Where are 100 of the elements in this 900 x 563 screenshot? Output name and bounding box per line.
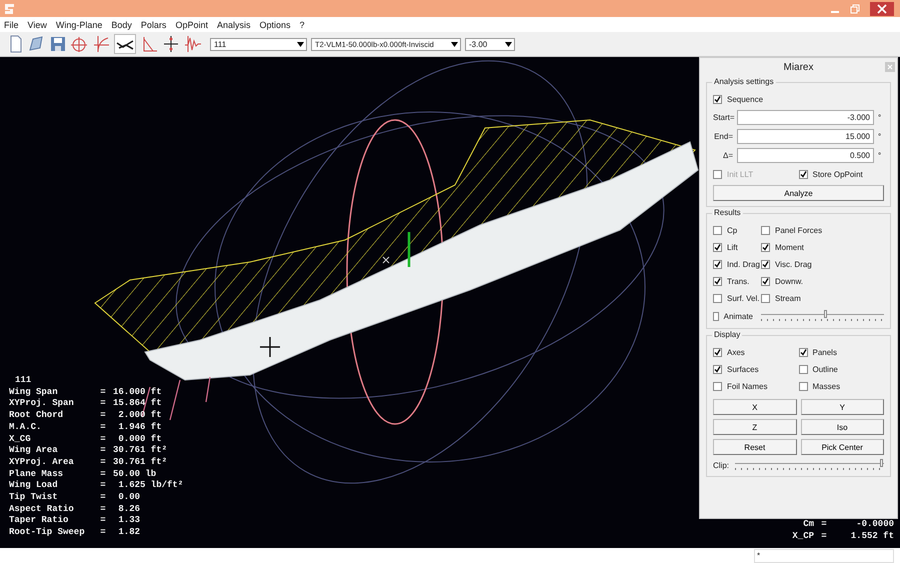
field-label: Δ=: [722, 151, 733, 160]
property-name: XYProj. Span: [9, 398, 75, 410]
view-button[interactable]: X: [713, 399, 796, 415]
checkbox[interactable]: [713, 276, 722, 286]
plane-dropdown[interactable]: 111: [210, 38, 307, 50]
property-value: 1.946 ft: [117, 422, 162, 434]
checkbox[interactable]: [713, 94, 722, 104]
checkbox[interactable]: [713, 364, 722, 374]
checkbox[interactable]: [713, 348, 722, 356]
checkbox[interactable]: [761, 294, 770, 302]
view-button[interactable]: Pick Center: [800, 439, 884, 455]
property-name: Wing Area: [9, 445, 59, 457]
checkbox[interactable]: [761, 226, 770, 234]
checkbox[interactable]: [761, 276, 770, 286]
input-field[interactable]: 0.500: [737, 148, 874, 163]
menu-item[interactable]: Analysis: [216, 20, 250, 30]
unit-label: °: [878, 113, 882, 122]
checkbox-label: Masses: [812, 382, 840, 390]
equals-sign: =: [99, 398, 107, 410]
menu-item[interactable]: Body: [111, 20, 132, 30]
menu-item[interactable]: ?: [300, 20, 305, 30]
save-icon[interactable]: [50, 36, 66, 52]
property-value: 1.82: [117, 527, 140, 539]
property-name: Tip Twist: [9, 492, 59, 504]
field-label: Start=: [713, 113, 733, 122]
checkbox[interactable]: [713, 226, 722, 234]
checkbox[interactable]: [713, 312, 719, 320]
checkbox[interactable]: [798, 348, 808, 356]
checkbox[interactable]: [713, 294, 722, 302]
property-name: Wing Load: [9, 480, 59, 492]
equals-sign: =: [99, 456, 107, 469]
property-value: 8.26: [117, 504, 140, 516]
checkbox[interactable]: [713, 382, 722, 390]
slider-thumb[interactable]: [880, 459, 883, 467]
property-value: 0.00: [117, 492, 140, 504]
crosshair-icon[interactable]: [162, 35, 180, 53]
equals-sign: =: [99, 445, 107, 457]
property-name: XYProj. Area: [9, 456, 75, 469]
equals-sign: =: [99, 386, 107, 398]
view-button[interactable]: Reset: [713, 439, 796, 455]
new-file-icon[interactable]: [8, 35, 24, 53]
property-value: 16.000 ft: [113, 386, 162, 398]
property-name: Plane Mass: [9, 468, 64, 480]
input-field[interactable]: 15.000: [737, 129, 874, 144]
checkbox[interactable]: [713, 242, 722, 252]
input-field[interactable]: -3.000: [737, 110, 874, 125]
equals-sign: =: [99, 504, 107, 516]
property-value: 50.00 lb: [113, 468, 156, 480]
crosshair-cursor-icon: [259, 336, 281, 358]
property-value: 30.761 ft²: [113, 456, 168, 469]
checkbox-label: Visc. Drag: [775, 260, 812, 268]
animation-slider[interactable]: [761, 310, 884, 322]
analyze-button[interactable]: Analyze: [713, 185, 884, 201]
checkbox[interactable]: [798, 170, 808, 178]
checkbox-label: Init LLT: [727, 170, 754, 178]
checkbox[interactable]: [761, 260, 770, 268]
equals-sign: =: [99, 527, 107, 539]
clip-slider[interactable]: [735, 459, 884, 471]
unit-label: °: [878, 151, 882, 160]
circle-axis-icon[interactable]: [70, 35, 88, 53]
view-button[interactable]: Iso: [800, 419, 884, 435]
checkbox[interactable]: [761, 242, 770, 252]
checkbox-label: Lift: [727, 242, 738, 252]
property-value: 30.761 ft²: [113, 445, 168, 457]
view-button[interactable]: Z: [713, 419, 796, 435]
menu-item[interactable]: OpPoint: [175, 20, 208, 30]
restore-icon[interactable]: [850, 4, 860, 14]
menu-item[interactable]: View: [28, 20, 47, 30]
menu-item[interactable]: Polars: [140, 20, 166, 30]
property-value: 0.000 ft: [117, 434, 162, 445]
wing-icon[interactable]: [114, 34, 136, 54]
checkbox-label: Ind. Drag: [727, 260, 760, 268]
checkbox[interactable]: [798, 382, 808, 390]
equals-sign: =: [99, 422, 107, 434]
checkbox-label: Downw.: [775, 276, 804, 286]
view-button[interactable]: Y: [800, 399, 884, 415]
group-legend: Results: [712, 208, 743, 217]
opp-dropdown[interactable]: -3.00: [465, 38, 515, 50]
menu-item[interactable]: Options: [259, 20, 291, 30]
checkbox-label: Surf. Vel.: [727, 294, 760, 302]
equals-sign: =: [99, 492, 107, 504]
property-value: 2.000 ft: [117, 410, 162, 422]
close-icon[interactable]: [870, 2, 894, 16]
property-value: 15.864 ft: [113, 398, 162, 410]
property-name: Wing Span: [9, 386, 59, 398]
checkbox[interactable]: [798, 364, 808, 374]
checkbox-label: Surfaces: [727, 364, 759, 374]
checkbox-label: Sequence: [727, 94, 764, 104]
status-field: *: [754, 548, 894, 562]
equals-sign: =: [99, 480, 107, 492]
property-name: Taper Ratio: [9, 515, 70, 528]
wave-plot-icon[interactable]: [184, 35, 202, 53]
menu-item[interactable]: File: [4, 20, 19, 30]
checkbox[interactable]: [713, 260, 722, 268]
menu-item[interactable]: Wing-Plane: [56, 20, 102, 30]
slider-thumb[interactable]: [824, 310, 828, 318]
app-icon: [4, 2, 16, 14]
property-name: Root Chord: [9, 410, 64, 422]
curve-axis-icon[interactable]: [92, 35, 110, 53]
checkbox-label: Outline: [812, 364, 838, 374]
